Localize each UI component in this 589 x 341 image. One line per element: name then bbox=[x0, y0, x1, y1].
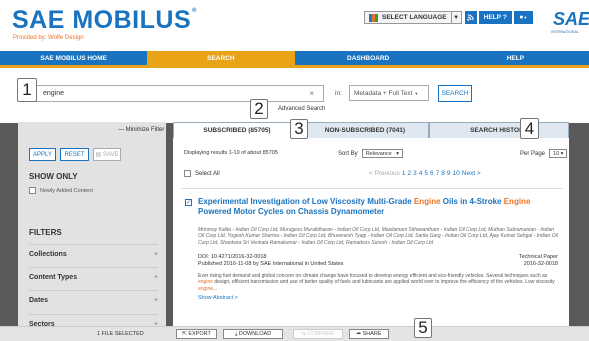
minimize-filter-button[interactable]: — Minimize Filter bbox=[118, 127, 164, 133]
page-link[interactable]: 4 bbox=[419, 170, 423, 177]
page-link[interactable]: 6 bbox=[430, 170, 434, 177]
page-link[interactable]: 10 bbox=[453, 170, 460, 177]
download-icon: ⤓ bbox=[234, 330, 238, 337]
page-link[interactable]: 2 bbox=[408, 170, 412, 177]
sort-by-select[interactable]: Relevance ▾ bbox=[361, 149, 404, 158]
result-doi: DOI: 10.4271/2016-32-0018 Published 2016-… bbox=[198, 254, 344, 267]
apply-button[interactable]: APPLY bbox=[29, 148, 56, 161]
results-count: Displaying results 1-10 of about 85705 bbox=[184, 150, 278, 156]
show-only-heading: SHOW ONLY bbox=[29, 172, 78, 181]
nav-item-home[interactable]: SAE MOBILUS HOME bbox=[0, 51, 148, 65]
newly-added-checkbox-row[interactable]: Newly Added Content bbox=[29, 187, 93, 194]
select-all-checkbox[interactable] bbox=[184, 170, 191, 177]
save-filter-button: ▤ SAVE bbox=[93, 148, 121, 161]
result-type: Technical Paper 2016-32-0018 bbox=[518, 254, 558, 267]
header: SAE MOBILUS® Provided by: Wolfe Design S… bbox=[0, 0, 589, 48]
show-abstract-link[interactable]: Show Abstract > bbox=[198, 295, 238, 301]
sae-mobilus-logo[interactable]: SAE MOBILUS® bbox=[12, 8, 197, 33]
search-scope-label: in: bbox=[335, 90, 342, 97]
per-page-select[interactable]: 10 ▾ bbox=[549, 149, 568, 158]
share-button[interactable]: ➦ SHARE bbox=[349, 329, 389, 339]
next-page-link[interactable]: Next > bbox=[462, 170, 481, 177]
search-button[interactable]: SEARCH bbox=[438, 85, 472, 102]
select-language-button[interactable]: SELECT LANGUAGE bbox=[364, 11, 452, 24]
provided-by-text: Provided by: Wolfe Design bbox=[13, 35, 84, 41]
help-button[interactable]: HELP ? bbox=[478, 11, 512, 24]
tab-non-subscribed[interactable]: NON-SUBSCRIBED (7041) bbox=[301, 122, 429, 138]
select-all-row[interactable]: Select All bbox=[184, 170, 220, 177]
divider bbox=[181, 188, 563, 189]
nav-item-help[interactable]: HELP bbox=[441, 51, 589, 65]
search-row: engine × in: Metadata + Full Text ▼ SEAR… bbox=[0, 71, 589, 123]
top-right-toolbar: SELECT LANGUAGE ▼ HELP ? ● ▼ bbox=[364, 11, 533, 24]
search-input[interactable]: engine × bbox=[33, 85, 324, 102]
search-scope-select[interactable]: Metadata + Full Text ▼ bbox=[349, 85, 429, 101]
language-flag-icon bbox=[369, 13, 378, 22]
search-input-value: engine bbox=[43, 90, 65, 97]
compare-button: ⇆ COMPARE bbox=[293, 329, 343, 339]
facet-dates[interactable]: Dates + bbox=[29, 290, 158, 310]
callout-1: 1 bbox=[17, 78, 37, 102]
nav-item-dashboard[interactable]: DASHBOARD bbox=[294, 51, 442, 65]
plus-icon: + bbox=[153, 297, 158, 304]
filters-heading: FILTERS bbox=[29, 228, 62, 237]
nav-item-search[interactable]: SEARCH bbox=[147, 51, 295, 65]
tab-subscribed[interactable]: SUBSCRIBED (85705) bbox=[173, 122, 301, 138]
clear-search-icon[interactable]: × bbox=[309, 89, 314, 98]
chevron-down-icon: ▼ bbox=[414, 90, 419, 96]
sort-by-control: Sort By Relevance ▾ bbox=[338, 149, 404, 158]
plus-icon: + bbox=[153, 274, 158, 281]
main-navigation: SAE MOBILUS HOME SEARCH DASHBOARD HELP bbox=[0, 51, 589, 68]
chevron-down-icon: ▼ bbox=[523, 15, 528, 20]
facet-content-types[interactable]: Content Types + bbox=[29, 267, 158, 287]
callout-3: 3 bbox=[290, 119, 308, 139]
results-panel: SUBSCRIBED (85705) NON-SUBSCRIBED (7041)… bbox=[173, 122, 569, 330]
rss-icon[interactable] bbox=[464, 11, 477, 24]
filter-sidebar: — Minimize Filter APPLY RESET ▤ SAVE SHO… bbox=[18, 122, 166, 330]
newly-added-checkbox[interactable] bbox=[29, 187, 36, 194]
pagination: < Previous 1 2 3 4 5 6 7 8 9 10 Next > bbox=[369, 170, 481, 177]
file-selected-count: 1 FILE SELECTED bbox=[97, 331, 144, 337]
page-link[interactable]: 5 bbox=[424, 170, 428, 177]
tab-search-history[interactable]: SEARCH HISTORY bbox=[429, 122, 569, 138]
page-link[interactable]: 9 bbox=[447, 170, 451, 177]
reset-button[interactable]: RESET bbox=[60, 148, 89, 161]
callout-4: 4 bbox=[520, 118, 539, 139]
result-abstract: Ever rising fuel demand and global conce… bbox=[198, 273, 555, 292]
chevron-down-icon[interactable]: ▼ bbox=[451, 11, 462, 24]
sae-international-logo[interactable]: SAE bbox=[553, 10, 589, 28]
page-link[interactable]: 8 bbox=[441, 170, 445, 177]
per-page-control: Per Page 10 ▾ bbox=[520, 149, 568, 158]
action-bar: 1 FILE SELECTED ⇱ EXPORT ⤓ DOWNLOAD ⇆ CO… bbox=[0, 326, 589, 341]
page-link[interactable]: 3 bbox=[413, 170, 417, 177]
sae-international-subtext: INTERNATIONAL bbox=[551, 30, 579, 34]
download-button[interactable]: ⤓ DOWNLOAD bbox=[223, 329, 283, 339]
advanced-search-link[interactable]: Advanced Search bbox=[278, 106, 325, 112]
share-icon: ➦ bbox=[356, 331, 362, 337]
save-icon: ▤ bbox=[95, 152, 102, 158]
page-link[interactable]: 7 bbox=[436, 170, 440, 177]
question-icon: ? bbox=[502, 14, 507, 21]
callout-2: 2 bbox=[250, 99, 268, 119]
user-menu-button[interactable]: ● ▼ bbox=[513, 11, 533, 24]
result-title-link[interactable]: Experimental Investigation of Low Viscos… bbox=[198, 197, 558, 217]
callout-5: 5 bbox=[414, 318, 432, 338]
results-tabs: SUBSCRIBED (85705) NON-SUBSCRIBED (7041)… bbox=[173, 122, 569, 138]
export-icon: ⇱ bbox=[182, 331, 187, 337]
result-checkbox-checked[interactable]: ✓ bbox=[185, 199, 192, 206]
page-link[interactable]: 1 bbox=[402, 170, 406, 177]
facet-collections[interactable]: Collections + bbox=[29, 244, 158, 264]
result-authors: Mrinmoy Kalita - Indian Oil Corp Ltd, Mu… bbox=[198, 227, 558, 246]
previous-page-link: < Previous bbox=[369, 170, 400, 177]
plus-icon: + bbox=[153, 251, 158, 258]
export-button[interactable]: ⇱ EXPORT bbox=[176, 329, 217, 339]
compare-icon: ⇆ bbox=[301, 331, 306, 337]
